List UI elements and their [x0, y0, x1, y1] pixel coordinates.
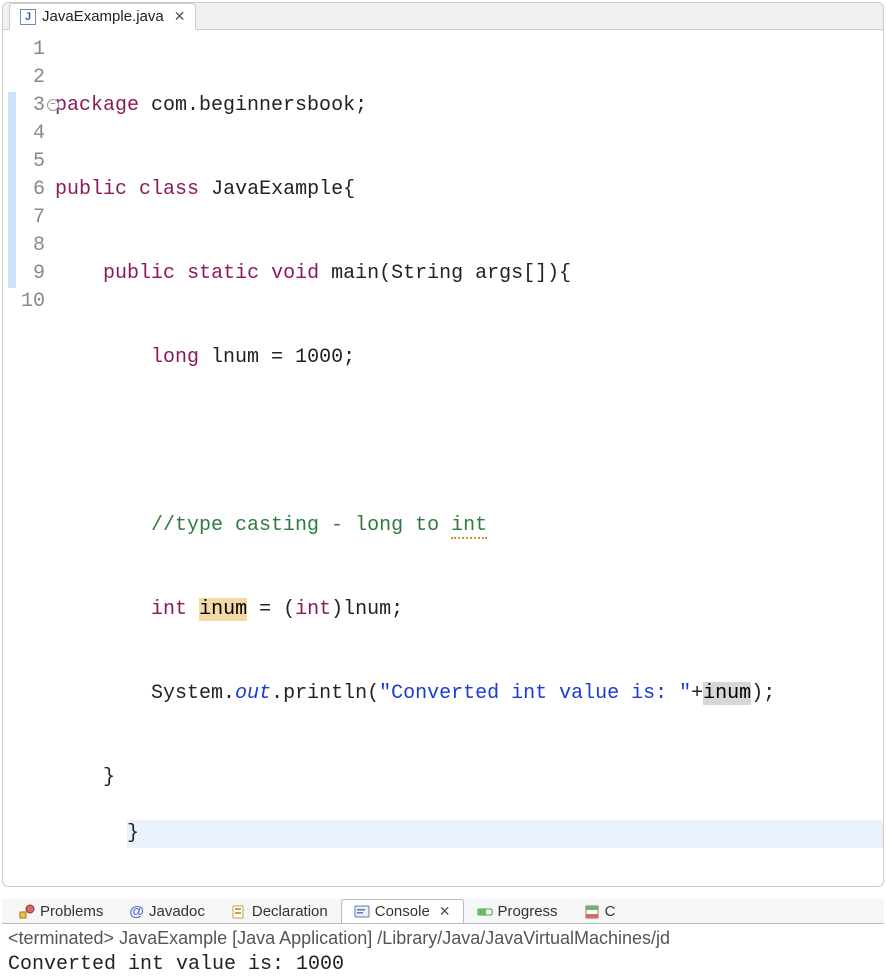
- editor-tabbar: J JavaExample.java ✕: [3, 3, 883, 30]
- java-file-icon: J: [20, 9, 36, 25]
- console-output[interactable]: Converted int value is: 1000: [2, 951, 884, 978]
- tab-label: Declaration: [252, 903, 328, 920]
- tab-problems[interactable]: Problems: [6, 899, 116, 923]
- line-number: 7: [33, 206, 45, 229]
- tab-progress[interactable]: Progress: [464, 899, 571, 923]
- bottom-pane: Problems @ Javadoc Declaration Console ✕…: [2, 899, 884, 978]
- editor-pane: J JavaExample.java ✕ 1 2 3– 4 5 6 7 8 9 …: [2, 2, 884, 887]
- marker-bar: [3, 36, 21, 876]
- line-gutter: 1 2 3– 4 5 6 7 8 9 10: [21, 36, 55, 876]
- tab-coverage[interactable]: C: [571, 899, 629, 923]
- line-number: 8: [33, 234, 45, 257]
- line-number: 2: [33, 66, 45, 89]
- close-icon[interactable]: ✕: [170, 8, 186, 25]
- tab-label: Problems: [40, 903, 103, 920]
- line-number: 1: [33, 38, 45, 61]
- problems-icon: [19, 904, 35, 920]
- console-icon: [354, 904, 370, 920]
- editor-tab-label: JavaExample.java: [42, 8, 164, 25]
- tab-javadoc[interactable]: @ Javadoc: [116, 899, 218, 923]
- tab-label: Javadoc: [149, 903, 205, 920]
- tab-declaration[interactable]: Declaration: [218, 899, 341, 923]
- line-number: 3: [33, 94, 45, 117]
- editor-tab-javaexample[interactable]: J JavaExample.java ✕: [9, 3, 196, 30]
- code-text[interactable]: package com.beginnersbook; public class …: [55, 36, 883, 876]
- javadoc-icon: @: [129, 903, 144, 920]
- line-number: 6: [33, 178, 45, 201]
- tab-label: C: [605, 903, 616, 920]
- tab-label: Progress: [498, 903, 558, 920]
- tab-label: Console: [375, 903, 430, 920]
- coverage-icon: [584, 904, 600, 920]
- declaration-icon: [231, 904, 247, 920]
- line-number: 5: [33, 150, 45, 173]
- tab-console[interactable]: Console ✕: [341, 899, 464, 924]
- progress-icon: [477, 904, 493, 920]
- bottom-tabbar: Problems @ Javadoc Declaration Console ✕…: [2, 899, 884, 924]
- line-number: 10: [21, 290, 45, 313]
- close-icon[interactable]: ✕: [435, 903, 451, 920]
- fold-icon[interactable]: –: [47, 99, 59, 111]
- line-number: 9: [33, 262, 45, 285]
- code-area[interactable]: 1 2 3– 4 5 6 7 8 9 10 package com.beginn…: [3, 30, 883, 886]
- line-number: 4: [33, 122, 45, 145]
- console-status: <terminated> JavaExample [Java Applicati…: [2, 924, 884, 951]
